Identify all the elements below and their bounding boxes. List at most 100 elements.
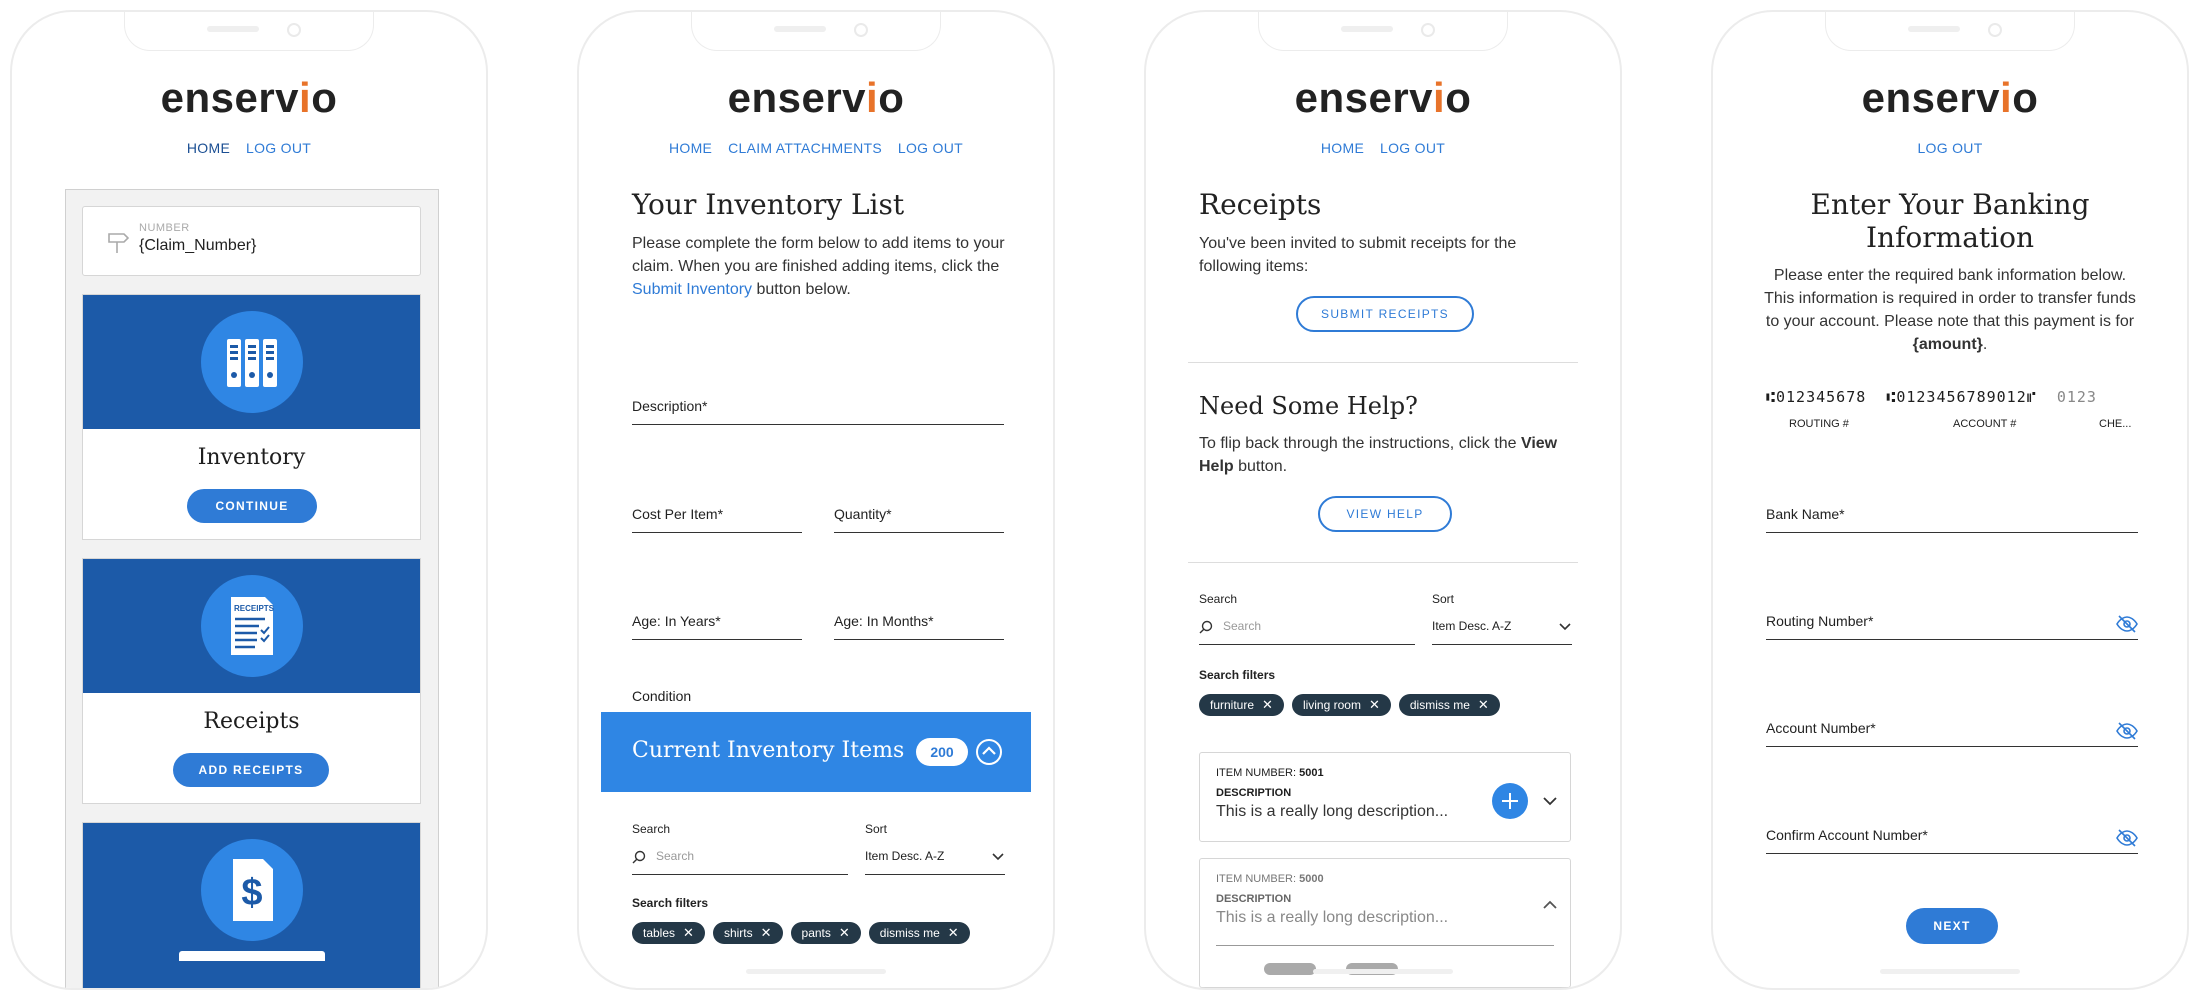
enservio-logo: enservio [1294, 74, 1472, 121]
routing-number-field[interactable]: Routing Number* [1766, 597, 2138, 640]
chevron-down-icon [992, 853, 1004, 861]
filter-chip[interactable]: furniture ✕ [1199, 694, 1284, 716]
close-icon: ✕ [1477, 697, 1489, 712]
age-months-field[interactable]: Age: In Months* [834, 597, 1004, 640]
page-title: Enter Your Banking Information [1810, 188, 2090, 254]
account-number-field[interactable]: Account Number* [1766, 704, 2138, 747]
search-label: Search [632, 822, 671, 836]
account-number-sample: ⑆0123456789012⑈ [1886, 388, 2037, 406]
chevron-down-icon[interactable] [1542, 795, 1558, 807]
phone-notch [1825, 12, 2075, 51]
chevron-down-icon [1559, 623, 1571, 631]
search-input[interactable]: Search [632, 842, 848, 875]
add-receipts-button[interactable]: ADD RECEIPTS [173, 753, 329, 787]
phone-notch [1258, 12, 1508, 51]
nav-logout[interactable]: LOG OUT [1917, 140, 1982, 156]
divider [1188, 362, 1578, 363]
search-placeholder: Search [656, 849, 695, 863]
nav-home[interactable]: HOME [187, 140, 230, 156]
filter-chip[interactable]: living room ✕ [1291, 694, 1391, 716]
enservio-logo: enservio [1861, 74, 2039, 121]
nav-home[interactable]: HOME [669, 140, 712, 156]
search-input[interactable]: Search [1199, 612, 1415, 645]
check-number-sample: 0123 [2056, 388, 2097, 406]
sort-select[interactable]: Item Desc. A-Z [865, 842, 1005, 875]
routing-number-sample: ⑆012345678 [1766, 388, 1867, 406]
divider [1216, 945, 1554, 946]
search-placeholder: Search [1223, 619, 1262, 633]
nav-logout[interactable]: LOG OUT [1380, 140, 1445, 156]
next-button[interactable]: NEXT [1906, 908, 1998, 944]
current-inventory-banner[interactable]: Current Inventory Items 200 [601, 712, 1031, 792]
close-icon: ✕ [683, 925, 694, 940]
intro-text: Please enter the required bank informati… [1764, 267, 2136, 353]
count-badge: 200 [916, 738, 968, 766]
item-number: ITEM NUMBER: 5001 [1216, 767, 1324, 779]
item-description: This is a really long description... [1216, 909, 1449, 926]
tag [1264, 963, 1316, 975]
nav-claim-attachments[interactable]: CLAIM ATTACHMENTS [728, 140, 882, 156]
description-field[interactable]: Description* [632, 382, 1004, 425]
filter-chip[interactable]: tables ✕ [632, 922, 705, 944]
eye-slash-icon[interactable] [2116, 829, 2138, 847]
quantity-field[interactable]: Quantity* [834, 490, 1004, 533]
item-card[interactable]: ITEM NUMBER: 5001 DESCRIPTION This is a … [1199, 752, 1571, 842]
check-label-routing: ROUTING # [1789, 418, 1849, 430]
intro-text: You've been invited to submit receipts f… [1199, 235, 1517, 275]
view-help-button[interactable]: VIEW HELP [1318, 496, 1452, 532]
add-icon[interactable] [1492, 783, 1528, 819]
card-list: NUMBER {Claim_Number} Inventory CONTINUE [65, 189, 439, 988]
enservio-logo: enservio [727, 74, 905, 121]
svg-text:$: $ [241, 872, 262, 914]
eye-slash-icon[interactable] [2116, 615, 2138, 633]
condition-label: Condition [632, 688, 692, 704]
submit-inventory-link[interactable]: Submit Inventory [632, 281, 752, 298]
search-label: Search [1199, 592, 1238, 606]
filter-chip[interactable]: dismiss me ✕ [868, 922, 970, 944]
phone-inventory: enservio HOME CLAIM ATTACHMENTS LOG OUT … [577, 10, 1055, 990]
filter-chip[interactable]: dismiss me ✕ [1398, 694, 1500, 716]
filter-chip[interactable]: pants ✕ [790, 922, 861, 944]
close-icon: ✕ [1262, 697, 1273, 712]
nav-logout[interactable]: LOG OUT [246, 140, 311, 156]
chevron-up-circle-icon[interactable] [975, 738, 1003, 766]
receipts-card: RECEIPTS Receipts ADD RECEIPTS [82, 558, 421, 804]
item-description: This is a really long description... [1216, 803, 1449, 820]
close-icon: ✕ [1368, 697, 1380, 712]
close-icon: ✕ [760, 925, 772, 940]
submit-receipts-button[interactable]: SUBMIT RECEIPTS [1296, 296, 1474, 332]
filter-chips: furniture ✕ living room ✕ dismiss me ✕ [1199, 694, 1508, 716]
continue-button[interactable]: CONTINUE [187, 489, 317, 523]
check-label-account: ACCOUNT # [1953, 418, 2017, 430]
filter-chips: tables ✕ shirts ✕ pants ✕ dismiss me ✕ [632, 922, 978, 944]
cost-per-item-field[interactable]: Cost Per Item* [632, 490, 802, 533]
claim-number-label: NUMBER [139, 222, 190, 234]
eye-slash-icon[interactable] [2116, 722, 2138, 740]
filter-chip[interactable]: shirts ✕ [712, 922, 783, 944]
binders-icon [201, 311, 303, 413]
home-indicator [746, 969, 886, 974]
claim-number-value: {Claim_Number} [139, 237, 257, 254]
nav-logout[interactable]: LOG OUT [898, 140, 963, 156]
page-title: Receipts [1199, 188, 1322, 221]
chevron-up-icon[interactable] [1542, 899, 1558, 911]
dollar-document-icon: $ [201, 839, 303, 941]
signpost-icon [108, 233, 130, 253]
sort-select[interactable]: Item Desc. A-Z [1432, 612, 1572, 645]
banner-title: Current Inventory Items [632, 738, 905, 763]
phone-notch [691, 12, 941, 51]
age-years-field[interactable]: Age: In Years* [632, 597, 802, 640]
top-nav: LOG OUT [1713, 140, 2187, 156]
help-text: To flip back through the instructions, c… [1199, 435, 1558, 475]
home-indicator [1313, 969, 1453, 974]
nav-home[interactable]: HOME [1321, 140, 1364, 156]
phone-receipts: enservio HOME LOG OUT Receipts You've be… [1144, 10, 1622, 990]
confirm-account-number-field[interactable]: Confirm Account Number* [1766, 811, 2138, 854]
search-filters-label: Search filters [1199, 668, 1276, 682]
payment-banner: $ [83, 823, 420, 988]
bank-name-field[interactable]: Bank Name* [1766, 490, 2138, 533]
close-icon: ✕ [838, 925, 850, 940]
top-nav: HOME CLAIM ATTACHMENTS LOG OUT [579, 140, 1053, 156]
inventory-banner [83, 295, 420, 429]
phone-notch [124, 12, 374, 51]
